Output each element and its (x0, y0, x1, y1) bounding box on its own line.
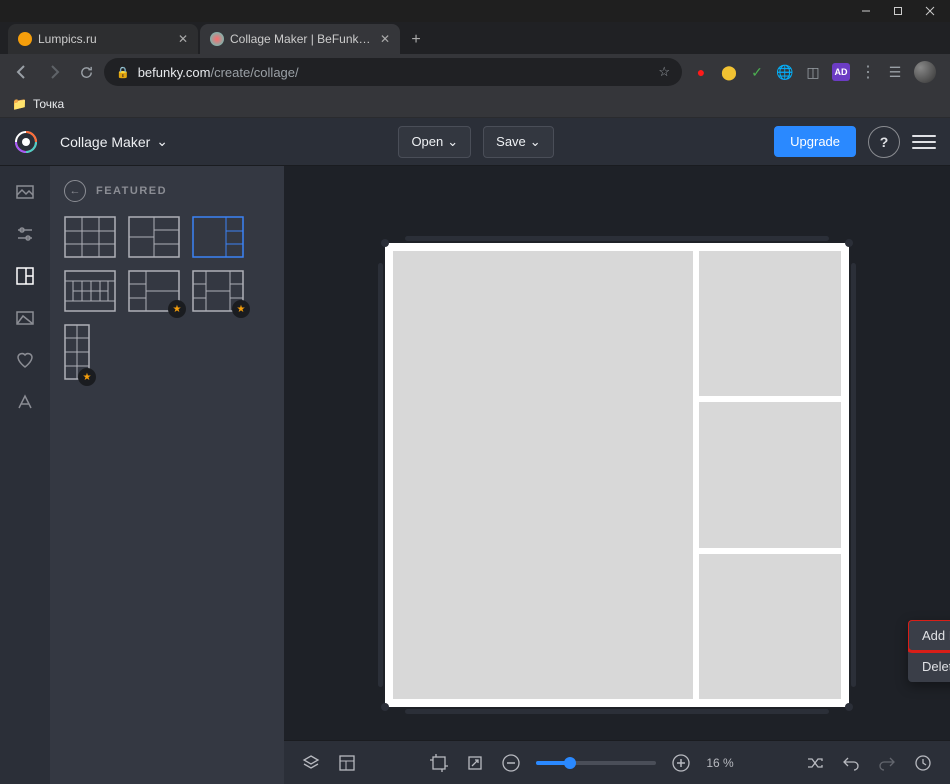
window-close-button[interactable] (914, 0, 946, 22)
layout-thumb-pro2[interactable] (192, 270, 244, 312)
opera-ext-icon[interactable]: ● (692, 63, 710, 81)
panel-title: FEATURED (96, 185, 167, 197)
upgrade-button[interactable]: Upgrade (774, 126, 856, 157)
address-bar: 🔒 befunky.com/create/collage/ ☆ ● ⬤ ✓ 🌐 … (0, 54, 950, 90)
context-menu-add-image[interactable]: Add Image (908, 620, 950, 651)
window-titlebar (0, 0, 950, 22)
layout-thumb-tall[interactable] (64, 324, 90, 380)
browser-tab[interactable]: Lumpics.ru ✕ (8, 24, 198, 54)
favicon-icon (18, 32, 32, 46)
browser-tabs: Lumpics.ru ✕ Collage Maker | BeFunky: Cr… (0, 22, 950, 54)
collage-cell[interactable] (393, 251, 693, 699)
main-content: ← FEATURED (0, 166, 950, 784)
open-dropdown[interactable]: Open⌄ (398, 126, 471, 158)
settings-icon[interactable] (13, 222, 37, 246)
profile-avatar[interactable] (914, 61, 936, 83)
collage-cell[interactable] (699, 554, 841, 699)
undo-button[interactable] (840, 752, 862, 774)
menu-button[interactable] (912, 130, 936, 154)
bottom-toolbar: 16 % (284, 740, 950, 784)
bookmark-item[interactable]: Точка (33, 97, 64, 111)
patterns-icon[interactable] (13, 306, 37, 330)
extension-icons: ● ⬤ ✓ 🌐 ◫ AD ⋮ ☰ (686, 61, 942, 83)
pro-badge-icon (168, 300, 186, 318)
canvas-area[interactable]: Add Image Delete Cell 16 % (284, 166, 950, 784)
panel-back-button[interactable]: ← (64, 180, 86, 202)
globe-ext-icon[interactable]: 🌐 (776, 63, 794, 81)
image-manager-icon[interactable] (13, 180, 37, 204)
layout-thumb-pro1[interactable] (128, 270, 180, 312)
zoom-out-button[interactable] (500, 752, 522, 774)
reload-button[interactable] (72, 58, 100, 86)
layouts-panel: ← FEATURED (50, 166, 284, 784)
url-input[interactable]: 🔒 befunky.com/create/collage/ ☆ (104, 58, 682, 86)
window-minimize-button[interactable] (850, 0, 882, 22)
zoom-slider[interactable] (536, 761, 656, 765)
fullscreen-icon[interactable] (464, 752, 486, 774)
chevron-down-icon: ⌄ (156, 133, 168, 150)
crop-icon[interactable] (428, 752, 450, 774)
befunky-logo[interactable] (14, 130, 38, 154)
context-menu: Add Image Delete Cell (908, 620, 950, 682)
tab-close-icon[interactable]: ✕ (380, 32, 390, 46)
chevron-down-icon: ⌄ (530, 134, 541, 150)
checkmark-ext-icon[interactable]: ✓ (748, 63, 766, 81)
forward-button[interactable] (40, 58, 68, 86)
url-text: befunky.com/create/collage/ (138, 65, 299, 80)
favicon-icon (210, 32, 224, 46)
app-title-label: Collage Maker (60, 134, 150, 150)
tab-close-icon[interactable]: ✕ (178, 32, 188, 46)
star-icon[interactable]: ☆ (658, 64, 670, 80)
tool-rail (0, 166, 50, 784)
canvas-wrapper (385, 243, 849, 707)
app-title-dropdown[interactable]: Collage Maker ⌄ (50, 127, 178, 156)
new-tab-button[interactable]: + (402, 26, 430, 54)
history-icon[interactable] (912, 752, 934, 774)
chevron-down-icon: ⌄ (447, 134, 458, 150)
save-dropdown[interactable]: Save⌄ (483, 126, 554, 158)
folder-icon: 📁 (12, 97, 27, 111)
grid-view-icon[interactable] (336, 752, 358, 774)
lock-icon: 🔒 (116, 66, 130, 79)
yandex-ext-icon[interactable]: ⬤ (720, 63, 738, 81)
zoom-in-button[interactable] (670, 752, 692, 774)
tab-title: Collage Maker | BeFunky: Create (230, 32, 374, 46)
pro-badge-icon (78, 368, 96, 386)
collage-canvas[interactable] (385, 243, 849, 707)
reading-list-icon[interactable]: ☰ (886, 63, 904, 81)
cube-ext-icon[interactable]: ◫ (804, 63, 822, 81)
back-button[interactable] (8, 58, 36, 86)
collage-cell[interactable] (699, 251, 841, 396)
adblock-ext-icon[interactable]: AD (832, 63, 850, 81)
layout-thumb-wide-grid[interactable] (64, 270, 116, 312)
graphics-icon[interactable] (13, 348, 37, 372)
layout-thumb-grid[interactable] (64, 216, 116, 258)
context-menu-delete-cell[interactable]: Delete Cell (908, 651, 950, 682)
layout-thumb-mixed1[interactable] (128, 216, 180, 258)
text-icon[interactable] (13, 390, 37, 414)
ext-overflow[interactable]: ⋮ (860, 62, 876, 82)
window-maximize-button[interactable] (882, 0, 914, 22)
shuffle-icon[interactable] (804, 752, 826, 774)
app-header: Collage Maker ⌄ Open⌄ Save⌄ Upgrade ? (0, 118, 950, 166)
bookmarks-bar: 📁 Точка (0, 90, 950, 118)
layout-thumb-selected[interactable] (192, 216, 244, 258)
browser-tab-active[interactable]: Collage Maker | BeFunky: Create ✕ (200, 24, 400, 54)
zoom-percentage[interactable]: 16 % (706, 756, 733, 770)
tab-title: Lumpics.ru (38, 32, 172, 46)
layers-icon[interactable] (300, 752, 322, 774)
help-button[interactable]: ? (868, 126, 900, 158)
collage-cell[interactable] (699, 402, 841, 547)
redo-button[interactable] (876, 752, 898, 774)
pro-badge-icon (232, 300, 250, 318)
layouts-icon[interactable] (13, 264, 37, 288)
slider-thumb[interactable] (564, 757, 576, 769)
